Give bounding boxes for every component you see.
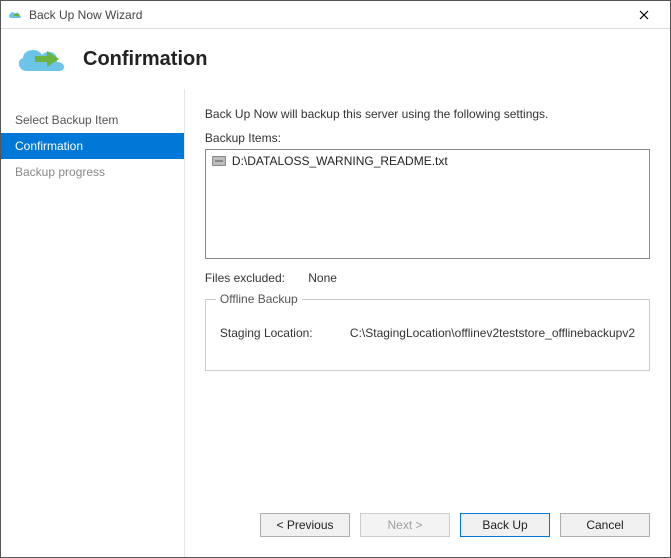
offline-backup-legend: Offline Backup: [216, 292, 302, 306]
backup-items-listbox[interactable]: D:\DATALOSS_WARNING_README.txt: [205, 149, 650, 259]
list-item[interactable]: D:\DATALOSS_WARNING_README.txt: [208, 152, 647, 170]
sidebar-item-backup-progress: Backup progress: [1, 159, 184, 185]
page-title: Confirmation: [83, 48, 207, 71]
files-excluded-value: None: [308, 271, 337, 285]
files-excluded-row: Files excluded: None: [205, 271, 650, 285]
wizard-steps-sidebar: Select Backup Item Confirmation Backup p…: [1, 89, 185, 557]
window-title: Back Up Now Wizard: [29, 8, 142, 22]
offline-backup-group: Offline Backup Staging Location: C:\Stag…: [205, 299, 650, 371]
cancel-button[interactable]: Cancel: [560, 513, 650, 537]
close-button[interactable]: [624, 1, 664, 29]
wizard-button-row: < Previous Next > Back Up Cancel: [205, 493, 650, 547]
main-area: Select Backup Item Confirmation Backup p…: [1, 89, 670, 557]
backup-items-label: Backup Items:: [205, 131, 650, 145]
previous-button[interactable]: < Previous: [260, 513, 350, 537]
wizard-content: Back Up Now will backup this server usin…: [185, 89, 670, 557]
titlebar: Back Up Now Wizard: [1, 1, 670, 29]
app-icon: [7, 7, 23, 23]
cloud-backup-icon: [13, 39, 69, 79]
backup-item-path: D:\DATALOSS_WARNING_README.txt: [232, 154, 448, 168]
drive-icon: [212, 156, 226, 166]
wizard-header: Confirmation: [1, 29, 670, 89]
sidebar-item-confirmation[interactable]: Confirmation: [1, 133, 184, 159]
next-button: Next >: [360, 513, 450, 537]
backup-button[interactable]: Back Up: [460, 513, 550, 537]
staging-location-label: Staging Location:: [220, 326, 350, 340]
staging-location-value: C:\StagingLocation\offlinev2teststore_of…: [350, 326, 635, 340]
intro-text: Back Up Now will backup this server usin…: [205, 107, 650, 121]
sidebar-item-select-backup-item[interactable]: Select Backup Item: [1, 107, 184, 133]
files-excluded-label: Files excluded:: [205, 271, 305, 285]
